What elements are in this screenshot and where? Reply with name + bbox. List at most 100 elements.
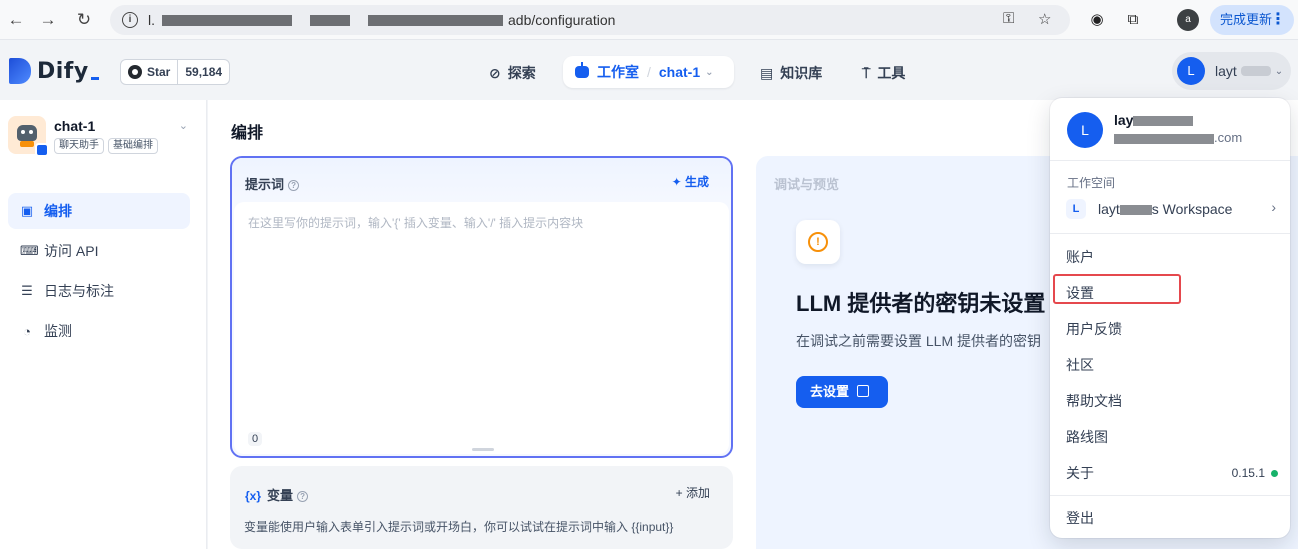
app-switcher[interactable]: chat-1 ⌄ 聊天助手 基础编排 [8,114,194,162]
logo-text: Dify [37,58,89,84]
update-label: 完成更新 [1220,12,1273,27]
divider [1050,233,1290,234]
email-suffix: .com [1214,130,1243,145]
logo-cursor [90,76,99,80]
chevron-down-icon: ⌄ [178,120,188,132]
generate-label: 生成 [684,175,709,189]
url-end: adb/configuration [508,12,616,28]
prompt-header: 提示词? ✦ 生成 [232,158,731,202]
go-setup-button[interactable]: 去设置 [796,376,888,408]
sidebar-item-label: 日志与标注 [44,283,114,299]
variable-icon: {x} [245,489,262,503]
github-star-button[interactable]: Star 59,184 [120,59,231,85]
divider [1050,495,1290,496]
github-star-label-part: Star [121,60,177,84]
back-icon[interactable]: ← [4,8,28,32]
browser-profile-avatar[interactable]: a [1177,9,1199,31]
sidebar-item-label: 编排 [44,203,72,219]
dropdown-user-name: lay [1114,112,1194,128]
help-icon[interactable]: ? [297,491,309,502]
sidebar-item-logs[interactable]: ☰ 日志与标注 [8,273,190,309]
chevron-down-icon: ⌄ [1274,65,1284,77]
terminal-icon: ⌨ [20,243,39,258]
chevron-right-icon: › [1271,199,1276,215]
url-redaction [368,15,503,26]
dify-logo[interactable]: Dify [9,57,99,85]
bookmark-star-icon[interactable]: ☆ [1038,10,1051,28]
nav-studio-app[interactable]: chat-1 [659,64,700,80]
version-text: 0.15.1 [1231,466,1265,480]
prompt-editor: 提示词? ✦ 生成 在这里写你的提示词，输入'{' 插入变量、输入'/' 插入提… [230,156,733,458]
app-tag: 基础编排 [108,138,158,154]
resize-handle[interactable] [472,448,494,451]
sidebar-item-monitor[interactable]: ◔ 监测 [8,313,190,349]
chevron-down-icon: ⌄ [705,66,714,78]
book-icon: ▤ [760,65,774,81]
forward-icon[interactable]: → [36,8,60,32]
github-icon [128,65,142,79]
menu-item-settings[interactable]: 设置 [1066,283,1094,303]
menu-item-feedback[interactable]: 用户反馈 [1066,319,1122,339]
sidebar-item-api[interactable]: ⌨ 访问 API [8,233,190,269]
workspace-section-label: 工作空间 [1067,176,1116,190]
extensions-puzzle-icon[interactable]: ⧉ [1122,9,1144,31]
page-title: 编排 [231,125,264,142]
url-redaction [310,15,350,26]
prompt-input[interactable]: 在这里写你的提示词，输入'{' 插入变量、输入'/' 插入提示内容块 0 [234,202,729,454]
menu-item-roadmap[interactable]: 路线图 [1066,427,1108,447]
nav-explore[interactable]: ⊘ 探索 [489,58,536,88]
nav-knowledge[interactable]: ▤ 知识库 [760,58,822,88]
llm-key-missing-description: 在调试之前需要设置 LLM 提供者的密钥 [796,333,1042,349]
url-redaction [162,15,292,26]
sidebar-item-label: 访问 API [44,243,99,259]
nav-studio-label: 工作室 [597,64,639,80]
workspace-initial: L [1066,199,1086,219]
github-star-count: 59,184 [177,60,229,84]
address-bar[interactable]: i l. adb/configuration ⚿ ☆ [110,5,1070,35]
nav-knowledge-label: 知识库 [780,65,823,81]
layout-icon: ▣ [20,203,34,218]
help-icon[interactable]: ? [288,180,300,191]
info-alert-icon: ! [808,232,828,252]
warning-card: ! [796,220,840,264]
key-icon[interactable]: ⚿ [1003,10,1014,27]
github-star-label: Star [147,65,171,79]
browser-update-button[interactable]: 完成更新 ⋮ [1210,5,1294,35]
add-variable-button[interactable]: + 添加 [676,484,710,501]
dropdown-avatar: L [1067,112,1103,148]
nav-explore-label: 探索 [507,65,536,81]
menu-item-docs[interactable]: 帮助文档 [1066,391,1122,411]
sparkle-icon: ✦ [671,175,682,189]
user-menu-trigger[interactable]: L layt ⌄ [1172,52,1291,90]
variables-label: {x} 变量? [245,485,309,504]
variables-label-text: 变量 [267,488,294,503]
sidebar-item-orchestrate[interactable]: ▣ 编排 [8,193,190,229]
workspace-switcher[interactable]: L layt s Workspace › [1066,196,1280,222]
external-link-icon [857,385,870,397]
reload-icon[interactable]: ↻ [72,8,96,32]
robot-eye [21,130,25,134]
nav-tools[interactable]: ⍑ 工具 [862,58,905,88]
workspace-name-prefix: layt [1098,201,1120,217]
workspace-name: layt s Workspace [1098,201,1232,217]
dropdown-user-name-text: lay [1114,112,1134,128]
menu-item-community[interactable]: 社区 [1066,355,1094,375]
nav-studio[interactable]: 工作室 / chat-1 ⌄ [563,56,734,88]
user-dropdown-menu: L lay .com 工作空间 L layt s Workspace › 账户 设… [1050,98,1290,538]
nav-separator: / [647,64,651,80]
status-dot [1271,469,1278,477]
user-avatar: L [1177,57,1205,85]
llm-key-missing-title: LLM 提供者的密钥未设置 [796,291,1046,316]
menu-item-logout[interactable]: 登出 [1066,508,1094,528]
extension-circle-icon[interactable]: ◉ [1086,9,1108,31]
menu-item-account[interactable]: 账户 [1066,247,1094,267]
generate-button[interactable]: ✦ 生成 [672,173,709,190]
robot-head [17,125,37,141]
add-label: 添加 [685,486,710,500]
file-list-icon: ☰ [21,283,33,298]
menu-item-about[interactable]: 关于 [1066,463,1094,483]
robot-eye [29,130,33,134]
site-info-icon[interactable]: i [122,12,138,28]
app-name: chat-1 [54,118,96,134]
app-sidebar: chat-1 ⌄ 聊天助手 基础编排 ▣ 编排 ⌨ 访问 API ☰ 日志与标注… [0,100,207,549]
